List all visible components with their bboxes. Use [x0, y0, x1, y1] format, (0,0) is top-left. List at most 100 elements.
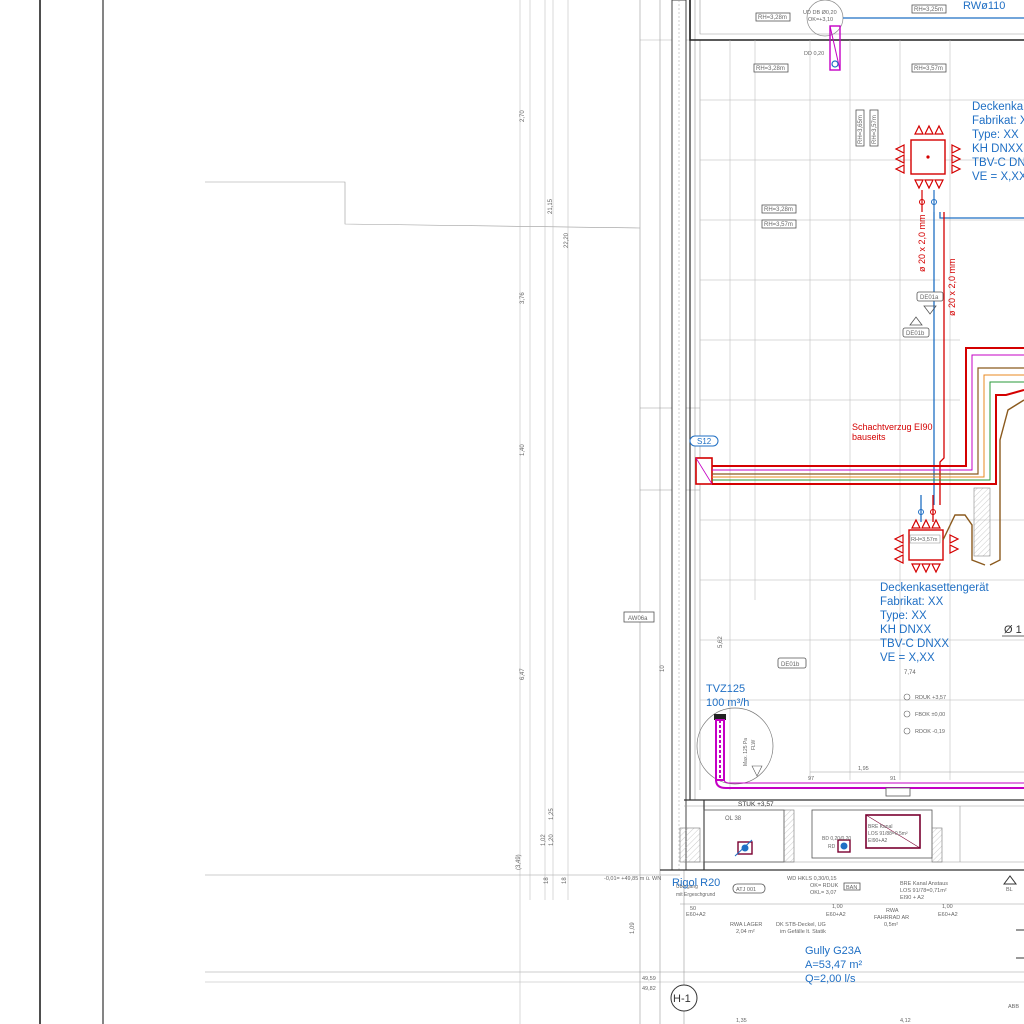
max-press-2: FLW	[751, 740, 757, 750]
vdim-15: 1,09	[630, 922, 636, 934]
tag-aw06a: AW06a	[628, 616, 648, 622]
shaft-note-1: Schachtverzug EI90	[852, 422, 933, 432]
vdim-6: 6,47	[520, 668, 526, 680]
vdim-14: 10	[660, 665, 666, 672]
unit-top-line-2: Fabrikat: X	[972, 115, 1024, 127]
shaft-note-2: bauseits	[852, 432, 886, 442]
unit-bottom-line-2: Fabrikat: XX	[880, 596, 944, 608]
tag-de01a: DE01a	[920, 295, 939, 301]
ridge-right-label: Ø 1	[1004, 624, 1022, 636]
bd-label: BD 0,20/0,20	[822, 836, 851, 842]
atj-label: ATJ 001	[736, 887, 756, 893]
e60-label-3: E60+A2	[938, 912, 958, 918]
level-label-1: -0,01= +49,85 m ü. WN	[604, 876, 661, 882]
pipe-dim-2: ø 20 x 2,0 mm	[947, 258, 957, 316]
dk-stb-1: DK STB-Deckel, UG	[776, 922, 826, 928]
wd-label-3: OKL= 3,07	[810, 890, 836, 896]
rh-tag-v2: RH=3,57m	[872, 115, 878, 144]
level-fbok: FBOK ±0,00	[915, 712, 945, 718]
level-label-3: 49,82	[642, 986, 656, 992]
grid-axis-label: H-1	[673, 993, 691, 1005]
unit-top-line-1: Deckenka	[972, 101, 1024, 113]
vdim-11: 1,20	[549, 834, 555, 846]
max-press-1: Max. 125 Pa	[743, 738, 749, 766]
unit-top-line-4: KH DNXX	[972, 143, 1023, 155]
rh-tag-4: RH=3,57m	[914, 66, 943, 72]
pipe-dim-1: ø 20 x 2,0 mm	[917, 214, 927, 272]
ban-label: BAN	[846, 885, 857, 891]
ol-label: OL 38	[725, 816, 742, 822]
dk-stb-2: im Gefälle lt. Statik	[780, 929, 826, 935]
vdim-12: 18	[544, 877, 550, 884]
vdim-10: 1,02	[541, 834, 547, 846]
rh-tag-v1: RH=3,65m	[858, 115, 864, 144]
bre-label-3: EI90+A2	[868, 838, 888, 844]
unit-bottom-line-6: VE = X,XX	[880, 652, 935, 664]
bre-label-2: LOS 91/88=0,5m²	[868, 831, 908, 837]
bre2-label-3: EI90 + A2	[900, 895, 924, 901]
dim-6: 97	[808, 776, 814, 782]
abb-label: ABB	[1008, 1004, 1019, 1010]
bre2-label-2: LOS 91/78=0,71m²	[900, 888, 947, 894]
vdim-3: 22,20	[564, 232, 570, 248]
shaft-tag: S12	[697, 437, 712, 446]
bl-label: BL	[1006, 887, 1013, 893]
tvz-label-2: 100 m³/h	[706, 697, 749, 709]
vdim-5: 1,40	[520, 444, 526, 456]
e60-label-1: E60+A2	[686, 912, 706, 918]
ubergang-2: mit Ergeschgrund	[676, 892, 715, 898]
level-rduk: RDUK +3,57	[915, 695, 946, 701]
ud-db-label: UD DB Ø0,20	[803, 10, 837, 16]
rd-label: RD	[828, 844, 836, 850]
rwa-fahr-3: 0,5m²	[884, 922, 898, 928]
rwa-fahr-2: FAHRRAD AR	[874, 915, 909, 921]
vdim-1: 2,70	[520, 110, 526, 122]
rh-tag-3: RH=3,28m	[756, 66, 785, 72]
gully-line-2: A=53,47 m²	[805, 959, 863, 971]
dim-1: 1,00	[832, 904, 843, 910]
rh-tag-6: RH=3,57m	[764, 222, 793, 228]
ok-label: OK=+3,10	[808, 17, 833, 23]
vdim-9: 1,25	[549, 808, 555, 820]
rh-tag-5: RH=3,28m	[764, 207, 793, 213]
level-rdok: RDOK -0,19	[915, 729, 945, 735]
vdim-7: 5,62	[718, 636, 724, 648]
dim-4: 1,95	[858, 766, 869, 772]
unit-bottom-line-4: KH DNXX	[880, 624, 931, 636]
rh-tag-2: RH=3,25m	[914, 7, 943, 13]
dim-7: 7,74	[904, 670, 916, 676]
rh-tag-1: RH=3,28m	[758, 15, 787, 21]
unit-top-line-3: Type: XX	[972, 129, 1019, 141]
unit-bottom-line-3: Type: XX	[880, 610, 927, 622]
dd-label: DD 0,20	[804, 51, 824, 57]
dim-5: 91	[890, 776, 896, 782]
floor-plan-drawing: 2,70 21,15 22,20 3,76 1,40 6,47 5,62 (3,…	[0, 0, 1024, 1024]
unit-bottom-line-1: Deckenkasettengerät	[880, 582, 989, 594]
grid-axis-bubble: H-1	[670, 984, 698, 1012]
wd-label-2: OK= RDUK	[810, 883, 839, 889]
vdim-13: 18	[562, 877, 568, 884]
e60-label-2: E60+A2	[826, 912, 846, 918]
rwa-lager-1: RWA LAGER	[730, 922, 762, 928]
vdim-4: 3,76	[520, 292, 526, 304]
level-label-2: 49,59	[642, 976, 656, 982]
rwa-lager-2: 2,04 m²	[736, 929, 755, 935]
dim-2: 1,00	[942, 904, 953, 910]
rw-pipe-label: RWø110	[963, 0, 1005, 12]
tag-de01b-2: DE01b	[781, 662, 800, 668]
rigol-label: Rigol R20	[672, 877, 720, 889]
wd-label-1: WD HKLS 0,30/0,15	[787, 876, 837, 882]
tag-de01b: DE01b	[906, 331, 925, 337]
unit-bottom-line-5: TBV-C DNXX	[880, 638, 949, 650]
dim-9: 4,12	[900, 1018, 911, 1024]
gully-label: Gully G23A A=53,47 m² Q=2,00 l/s	[805, 945, 863, 985]
vdim-2: 21,15	[548, 198, 554, 214]
unit-bottom-rh: RH=3,57m	[911, 537, 938, 543]
bre2-label-1: BRE Kanal Anstaus	[900, 881, 948, 887]
rwa-fahr-1: RWA	[886, 908, 899, 914]
unit-top-line-6: VE = X,XX	[972, 171, 1024, 183]
unit-top-line-5: TBV-C DN	[972, 157, 1024, 169]
tvz-label-1: TVZ125	[706, 683, 745, 695]
gully-line-1: Gully G23A	[805, 945, 862, 957]
gully-line-3: Q=2,00 l/s	[805, 973, 856, 985]
